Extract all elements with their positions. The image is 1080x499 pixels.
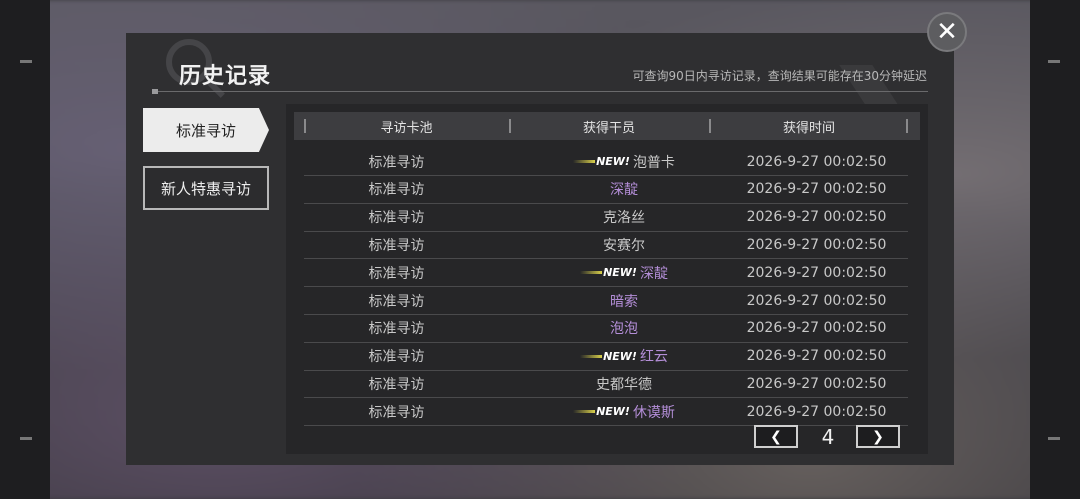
operator-name: 深靛 xyxy=(639,265,668,282)
operator-cell: 暗索 xyxy=(534,287,714,314)
chevron-right-icon: ❯ xyxy=(872,428,884,445)
operator-cell: 克洛丝 xyxy=(534,204,714,231)
pool-cell: 标准寻访 xyxy=(368,376,425,393)
frame-tick xyxy=(20,437,32,440)
operator-name: 红云 xyxy=(639,349,668,366)
time-cell: 2026-9-27 00:02:50 xyxy=(746,236,887,253)
operator-name: 暗索 xyxy=(610,293,638,310)
column-header-time: 获得时间 xyxy=(782,120,835,136)
tab-label: 标准寻访 xyxy=(176,121,237,140)
header-separator xyxy=(906,119,908,133)
operator-name: 休谟斯 xyxy=(632,404,675,421)
table-row: 标准寻访 泡泡 2026-9-27 00:02:50 xyxy=(304,315,908,343)
operator-cell: NEW! 红云 xyxy=(534,343,714,370)
pool-cell: 标准寻访 xyxy=(368,237,425,254)
time-cell: 2026-9-27 00:02:50 xyxy=(746,375,887,392)
new-badge: NEW! xyxy=(573,155,630,168)
close-button[interactable]: ✕ xyxy=(927,12,967,52)
operator-cell: 安赛尔 xyxy=(534,231,714,258)
dialog-title: 历史记录 xyxy=(179,64,272,89)
right-frame-bar xyxy=(1030,0,1080,499)
next-page-button[interactable]: ❯ xyxy=(856,425,900,448)
pool-cell: 标准寻访 xyxy=(368,154,425,171)
table-row: 标准寻访 深靛 2026-9-27 00:02:50 xyxy=(304,176,908,204)
operator-name: 泡普卡 xyxy=(632,154,675,171)
column-header-pool: 寻访卡池 xyxy=(380,120,433,136)
tab-standard-headhunting[interactable]: 标准寻访 xyxy=(143,108,269,152)
pool-cell: 标准寻访 xyxy=(368,265,425,282)
pool-cell: 标准寻访 xyxy=(368,182,425,199)
frame-tick xyxy=(20,60,32,63)
history-table: 寻访卡池 获得干员 获得时间 标准寻访 NEW! 泡普卡 2026-9-27 00:0… xyxy=(286,104,928,454)
table-row: 标准寻访 史都华德 2026-9-27 00:02:50 xyxy=(304,370,908,399)
dialog-subtitle: 可查询90日内寻访记录，查询结果可能存在30分钟延迟 xyxy=(632,69,927,83)
time-cell: 2026-9-27 00:02:50 xyxy=(746,348,887,365)
time-cell: 2026-9-27 00:02:50 xyxy=(746,320,887,337)
frame-tick xyxy=(1048,437,1060,440)
prev-page-button[interactable]: ❮ xyxy=(754,425,798,448)
table-row: 标准寻访 NEW! 红云 2026-9-27 00:02:50 xyxy=(304,343,908,371)
operator-name: 安赛尔 xyxy=(603,237,645,254)
operator-name: 史都华德 xyxy=(596,376,652,393)
time-cell: 2026-9-27 00:02:50 xyxy=(746,209,887,226)
operator-cell: 深靛 xyxy=(534,176,714,203)
table-row: 标准寻访 NEW! 深靛 2026-9-27 00:02:50 xyxy=(304,259,908,288)
operator-cell: 泡泡 xyxy=(534,315,714,342)
time-cell: 2026-9-27 00:02:50 xyxy=(746,403,887,420)
time-cell: 2026-9-27 00:02:50 xyxy=(746,153,887,170)
pool-cell: 标准寻访 xyxy=(368,293,425,310)
table-row: 标准寻访 暗索 2026-9-27 00:02:50 xyxy=(304,287,908,315)
operator-cell: NEW! 泡普卡 xyxy=(534,148,714,175)
close-icon: ✕ xyxy=(936,17,958,47)
table-row: 标准寻访 NEW! 泡普卡 2026-9-27 00:02:50 xyxy=(304,148,908,176)
title-divider xyxy=(152,91,928,92)
pool-cell: 标准寻访 xyxy=(368,404,425,421)
column-header-operator: 获得干员 xyxy=(582,120,635,136)
pool-cell: 标准寻访 xyxy=(368,321,425,338)
time-cell: 2026-9-27 00:02:50 xyxy=(746,292,887,309)
pool-cell: 标准寻访 xyxy=(368,349,425,366)
tab-newbie-headhunting[interactable]: 新人特惠寻访 xyxy=(143,166,269,210)
table-row: 标准寻访 安赛尔 2026-9-27 00:02:50 xyxy=(304,231,908,260)
new-badge: NEW! xyxy=(580,350,637,363)
tab-label: 新人特惠寻访 xyxy=(160,179,251,198)
operator-cell: 史都华德 xyxy=(534,370,714,397)
left-frame-bar xyxy=(0,0,50,499)
operator-name: 泡泡 xyxy=(610,321,638,338)
table-row: 标准寻访 NEW! 休谟斯 2026-9-27 00:02:50 xyxy=(304,398,908,427)
pool-cell: 标准寻访 xyxy=(368,210,425,227)
chevron-left-icon: ❮ xyxy=(770,428,782,445)
title-divider-accent xyxy=(152,89,158,94)
new-badge: NEW! xyxy=(573,405,630,418)
pagination: ❮ 4 ❯ xyxy=(286,425,928,449)
operator-cell: NEW! 休谟斯 xyxy=(534,398,714,425)
time-cell: 2026-9-27 00:02:50 xyxy=(746,181,887,198)
time-cell: 2026-9-27 00:02:50 xyxy=(746,264,887,281)
operator-cell: NEW! 深靛 xyxy=(534,259,714,286)
current-page: 4 xyxy=(821,425,835,449)
frame-tick xyxy=(1048,60,1060,63)
operator-name: 克洛丝 xyxy=(603,210,645,227)
table-header: 寻访卡池 获得干员 获得时间 xyxy=(294,112,920,140)
operator-name: 深靛 xyxy=(610,182,638,199)
new-badge: NEW! xyxy=(580,266,637,279)
table-row: 标准寻访 克洛丝 2026-9-27 00:02:50 xyxy=(304,204,908,232)
